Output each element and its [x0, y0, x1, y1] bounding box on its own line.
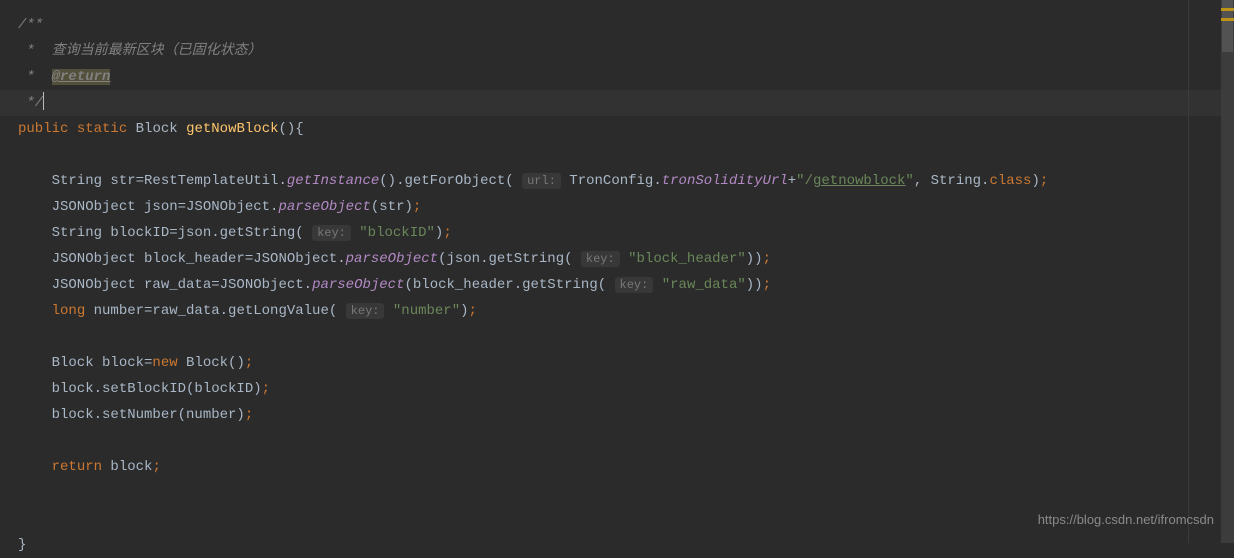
punct: (){ [279, 121, 304, 137]
code-text: ) [460, 303, 468, 319]
keyword: new [152, 355, 177, 371]
semicolon: ; [469, 303, 477, 319]
code-text: number=raw_data.getLongValue( [85, 303, 337, 319]
string: "blockID" [359, 225, 435, 241]
semicolon: ; [245, 407, 253, 423]
code-line[interactable]: * 查询当前最新区块（已固化状态） [18, 38, 1234, 64]
code-text: )) [746, 277, 763, 293]
semicolon: ; [413, 199, 421, 215]
code-line[interactable]: */ [18, 90, 1234, 116]
semicolon: ; [443, 225, 451, 241]
code-text: TronConfig. [561, 173, 662, 189]
string: "block_header" [628, 251, 746, 267]
param-hint: key: [312, 225, 351, 241]
code-line[interactable]: JSONObject block_header=JSONObject.parse… [18, 246, 1234, 272]
semicolon: ; [763, 251, 771, 267]
comment: /** [18, 17, 43, 33]
code-line[interactable]: /** [18, 12, 1234, 38]
code-editor[interactable]: /** * 查询当前最新区块（已固化状态） * @return */ publi… [0, 0, 1234, 558]
code-text: JSONObject json=JSONObject. [18, 199, 278, 215]
indent [18, 303, 52, 319]
code-text: Block() [178, 355, 245, 371]
keyword: public [18, 121, 68, 137]
string: "raw_data" [662, 277, 746, 293]
keyword: class [989, 173, 1031, 189]
code-text: + [788, 173, 796, 189]
static-field: tronSolidityUrl [662, 173, 788, 189]
semicolon: ; [1040, 173, 1048, 189]
javadoc-return-tag: @return [52, 69, 111, 85]
code-line[interactable]: Block block=new Block(); [18, 350, 1234, 376]
semicolon: ; [262, 381, 270, 397]
string: "number" [393, 303, 460, 319]
indent [18, 459, 52, 475]
code-text: JSONObject block_header=JSONObject. [18, 251, 346, 267]
code-line[interactable]: return block; [18, 454, 1234, 480]
comment-text: 查询当前最新区块（已固化状态） [52, 43, 262, 59]
space [653, 277, 661, 293]
code-line[interactable]: block.setNumber(number); [18, 402, 1234, 428]
space [620, 251, 628, 267]
code-text: block [102, 459, 152, 475]
code-text: String str=RestTemplateUtil. [18, 173, 287, 189]
keyword: long [52, 303, 86, 319]
static-method: parseObject [346, 251, 438, 267]
code-line[interactable] [18, 428, 1234, 454]
code-text: block.setNumber(number) [18, 407, 245, 423]
code-line[interactable]: block.setBlockID(blockID); [18, 376, 1234, 402]
semicolon: ; [245, 355, 253, 371]
code-line[interactable]: } [18, 532, 1234, 558]
code-text: JSONObject raw_data=JSONObject. [18, 277, 312, 293]
string-url: getnowblock [813, 173, 905, 189]
code-line[interactable]: JSONObject raw_data=JSONObject.parseObje… [18, 272, 1234, 298]
code-line[interactable] [18, 480, 1234, 506]
code-text: , String. [914, 173, 990, 189]
code-line[interactable] [18, 142, 1234, 168]
code-text: block.setBlockID(blockID) [18, 381, 262, 397]
code-line[interactable]: JSONObject json=JSONObject.parseObject(s… [18, 194, 1234, 220]
param-hint: key: [615, 277, 654, 293]
comment: * [18, 43, 52, 59]
code-text: Block block= [18, 355, 152, 371]
comment: * [18, 69, 52, 85]
string: " [905, 173, 913, 189]
keyword: static [77, 121, 127, 137]
static-method: getInstance [287, 173, 379, 189]
comment: */ [18, 95, 43, 111]
code-line[interactable]: public static Block getNowBlock(){ [18, 116, 1234, 142]
code-line[interactable]: String blockID=json.getString( key: "blo… [18, 220, 1234, 246]
param-hint: key: [346, 303, 385, 319]
code-line[interactable] [18, 324, 1234, 350]
space [384, 303, 392, 319]
semicolon: ; [152, 459, 160, 475]
type: Block [136, 121, 178, 137]
keyword: return [52, 459, 102, 475]
closing-brace: } [18, 537, 26, 553]
string: "/ [796, 173, 813, 189]
param-hint: url: [522, 173, 561, 189]
watermark: https://blog.csdn.net/ifromcsdn [1038, 507, 1214, 533]
code-text: String blockID=json.getString( [18, 225, 304, 241]
semicolon: ; [763, 277, 771, 293]
code-text: ().getForObject( [379, 173, 513, 189]
static-method: parseObject [312, 277, 404, 293]
method-name: getNowBlock [186, 121, 278, 137]
code-line[interactable]: long number=raw_data.getLongValue( key: … [18, 298, 1234, 324]
text-cursor [43, 92, 44, 110]
code-text: )) [746, 251, 763, 267]
param-hint: key: [581, 251, 620, 267]
code-line[interactable]: * @return [18, 64, 1234, 90]
static-method: parseObject [278, 199, 370, 215]
code-text: (block_header.getString( [404, 277, 606, 293]
code-text: (str) [371, 199, 413, 215]
code-text: ) [1031, 173, 1039, 189]
code-text: (json.getString( [438, 251, 572, 267]
code-line[interactable]: String str=RestTemplateUtil.getInstance(… [18, 168, 1234, 194]
